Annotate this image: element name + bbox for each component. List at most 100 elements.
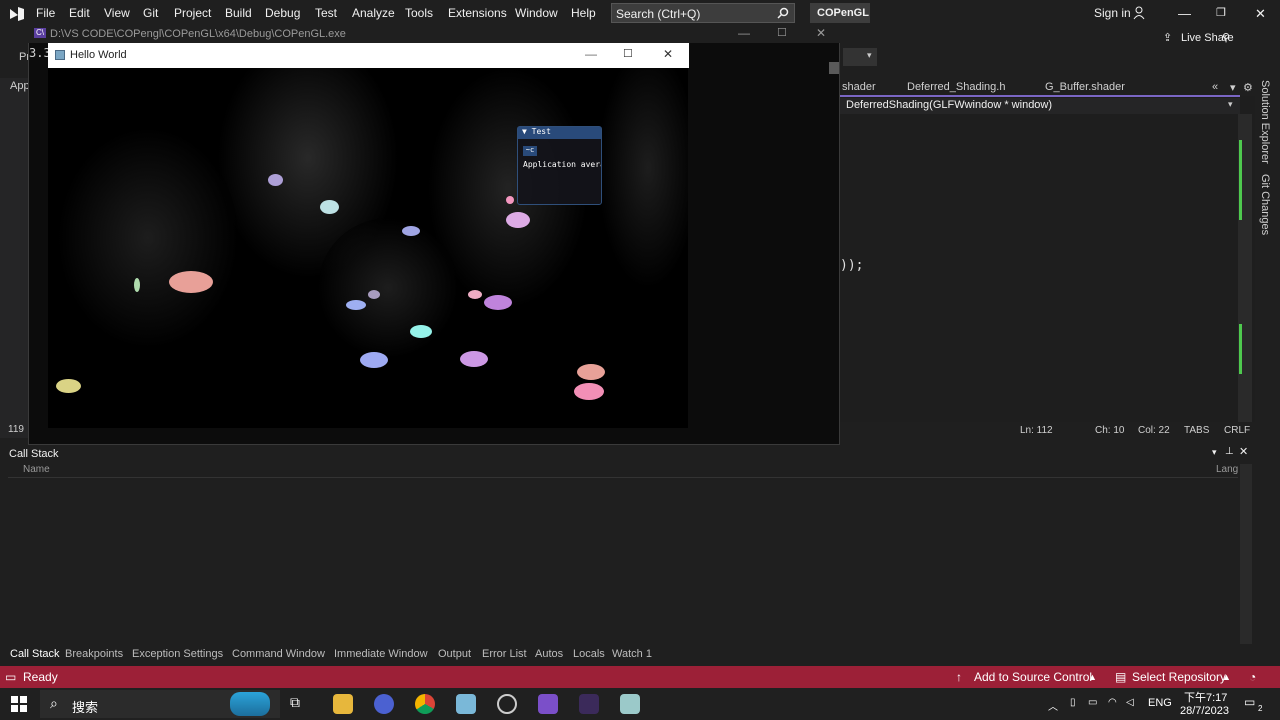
git-changes-tab[interactable]: Git Changes [1259,174,1271,235]
language-indicator[interactable]: ENG [1148,697,1172,709]
close-icon[interactable]: ✕ [663,47,673,61]
code-editor[interactable]: )); [840,78,1255,438]
minimize-icon[interactable]: — [738,26,750,40]
restore-icon[interactable]: ❐ [1216,6,1226,19]
minimize-icon[interactable]: — [1178,6,1191,21]
tab-breakpoints[interactable]: Breakpoints [65,648,123,660]
editor-scrollbar[interactable] [1238,114,1252,422]
tab-output[interactable]: Output [438,648,471,660]
column-name[interactable]: Name [23,464,50,475]
chevron-down-icon[interactable]: ▾ [1212,447,1217,458]
tab-command-window[interactable]: Command Window [232,648,325,660]
menu-help[interactable]: Help [571,6,596,20]
menu-debug[interactable]: Debug [265,6,300,20]
navigation-bar[interactable]: DeferredShading(GLFWwindow * window) ▾ [840,98,1240,114]
tab-watch-1[interactable]: Watch 1 [612,648,652,660]
column-lang[interactable]: Lang [1216,464,1238,475]
add-to-source-control-button[interactable]: Add to Source Control [974,670,1092,684]
tab-autos[interactable]: Autos [535,648,563,660]
account-icon[interactable] [1133,6,1147,20]
search-icon [777,7,789,19]
close-icon[interactable]: ✕ [1239,445,1248,458]
solution-explorer-tab[interactable]: Solution Explorer [1259,80,1271,164]
menu-test[interactable]: Test [315,6,337,20]
task-view-icon[interactable]: ⧉ [290,694,310,714]
tabs-indicator[interactable]: TABS [1184,425,1209,436]
close-icon[interactable]: ✕ [816,26,826,40]
sign-in-button[interactable]: Sign in [1094,6,1131,20]
chrome-icon[interactable] [415,694,435,714]
maximize-icon[interactable]: ☐ [623,47,633,60]
tray-icon[interactable]: ▯ [1070,697,1076,708]
minimize-icon[interactable]: — [585,47,597,61]
clock-date[interactable]: 28/7/2023 [1180,705,1229,717]
imgui-titlebar[interactable]: ▼ Test [518,127,601,139]
hello-world-app-icon[interactable] [620,694,640,714]
tab-g-buffer-shader[interactable]: G_Buffer.shader [1045,81,1125,93]
notifications-icon[interactable]: ◔ [1249,670,1256,684]
light-blob [346,300,366,310]
tab-shader[interactable]: shader [842,81,876,93]
config-dropdown[interactable]: ▾ [843,48,877,66]
menu-file[interactable]: File [36,6,55,20]
gutter-fragment: App [10,80,30,92]
menu-analyze[interactable]: Analyze [352,6,395,20]
light-blob [468,290,482,299]
media-player-icon[interactable] [374,694,394,714]
col-indicator[interactable]: Col: 22 [1138,425,1170,436]
status-bar: ▭ Ready ↑ Add to Source Control ▲ ▤ Sele… [0,666,1280,688]
tab-deferred-shading-h[interactable]: Deferred_Shading.h [907,81,1005,93]
windows-start-icon[interactable] [11,696,27,712]
menu-view[interactable]: View [104,6,130,20]
tray-overflow-icon[interactable]: ︿ [1048,698,1058,713]
tab-immediate-window[interactable]: Immediate Window [334,648,428,660]
tab-locals[interactable]: Locals [573,648,605,660]
header-divider [8,477,1238,478]
maximize-icon[interactable]: ☐ [777,26,787,39]
visual-studio-logo-icon[interactable] [8,5,26,21]
visual-studio-icon[interactable] [538,694,558,714]
pin-icon[interactable]: ⊥ [1225,446,1234,457]
app-icon[interactable] [456,694,476,714]
search-input[interactable]: Search (Ctrl+Q) [611,3,795,23]
battery-icon[interactable]: ▭ [1088,697,1097,708]
menu-extensions[interactable]: Extensions [448,6,507,20]
menu-project[interactable]: Project [174,6,211,20]
menu-tools[interactable]: Tools [405,6,433,20]
live-share-icon[interactable]: ⇪ [1163,31,1172,44]
volume-icon[interactable]: ◁ [1126,697,1134,708]
notification-center-icon[interactable]: ▭ [1244,695,1255,709]
char-indicator[interactable]: Ch: 10 [1095,425,1124,436]
wifi-icon[interactable]: ◠ [1108,697,1117,708]
clock-time[interactable]: 下午7:17 [1184,689,1227,705]
file-explorer-icon[interactable] [333,694,353,714]
select-repository-button[interactable]: Select Repository [1132,670,1226,684]
menu-edit[interactable]: Edit [69,6,90,20]
tab-call-stack[interactable]: Call Stack [10,648,60,660]
close-icon[interactable]: ✕ [1255,6,1266,22]
tab-exception-settings[interactable]: Exception Settings [132,648,223,660]
feedback-icon[interactable]: ⚲ [1222,31,1230,44]
console-app-icon[interactable] [579,694,599,714]
imgui-test-window[interactable]: ▼ Test ~c Application avera [517,126,602,205]
light-blob [268,174,283,186]
crlf-indicator[interactable]: CRLF [1224,425,1250,436]
imgui-button[interactable]: ~c [523,146,537,156]
menu-git[interactable]: Git [143,6,158,20]
tab-error-list[interactable]: Error List [482,648,527,660]
line-indicator[interactable]: Ln: 112 [1020,425,1053,436]
render-viewport[interactable]: ▼ Test ~c Application avera [48,68,688,428]
imgui-title: ▼ Test [522,127,551,136]
light-blob [320,200,339,214]
call-stack-panel: Call Stack ▾ ⊥ ✕ Name Lang [0,445,1255,647]
menu-build[interactable]: Build [225,6,252,20]
tab-list-icon[interactable]: ▾ [1230,81,1236,94]
recorder-icon[interactable] [497,694,517,714]
console-scrollbar-thumb[interactable] [829,62,839,74]
menu-window[interactable]: Window [515,6,558,20]
tab-overflow-icon[interactable]: « [1212,81,1218,93]
light-blob [506,212,530,228]
settings-gear-icon[interactable]: ⚙ [1243,81,1253,94]
taskbar-search[interactable]: ⌕ 搜索 [40,690,280,718]
call-stack-scrollbar[interactable] [1240,464,1252,644]
